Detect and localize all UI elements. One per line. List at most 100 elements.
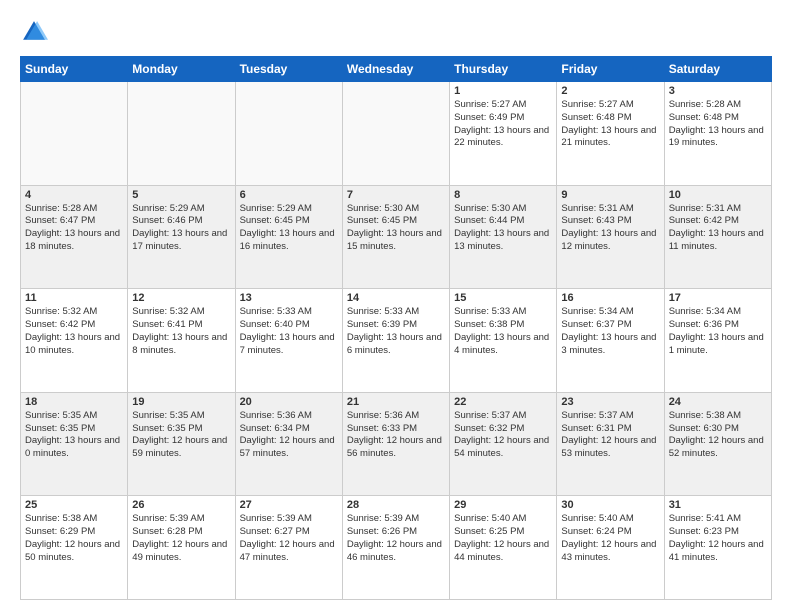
calendar-cell: 1 Sunrise: 5:27 AM Sunset: 6:49 PM Daylig… — [450, 82, 557, 186]
day-number: 4 — [25, 189, 123, 201]
day-detail: Sunrise: 5:34 AM Sunset: 6:36 PM Dayligh… — [669, 306, 767, 357]
calendar-cell: 10 Sunrise: 5:31 AM Sunset: 6:42 PM Dayli… — [664, 185, 771, 289]
day-detail: Sunrise: 5:39 AM Sunset: 6:26 PM Dayligh… — [347, 513, 445, 564]
day-detail: Sunrise: 5:35 AM Sunset: 6:35 PM Dayligh… — [25, 410, 123, 461]
day-number: 19 — [132, 396, 230, 408]
day-number: 13 — [240, 292, 338, 304]
day-detail: Sunrise: 5:39 AM Sunset: 6:28 PM Dayligh… — [132, 513, 230, 564]
calendar-cell — [235, 82, 342, 186]
weekday-header: Saturday — [664, 57, 771, 82]
calendar-cell: 28 Sunrise: 5:39 AM Sunset: 6:26 PM Dayli… — [342, 496, 449, 600]
logo — [20, 18, 52, 46]
day-number: 1 — [454, 85, 552, 97]
day-number: 18 — [25, 396, 123, 408]
day-number: 22 — [454, 396, 552, 408]
calendar-cell: 19 Sunrise: 5:35 AM Sunset: 6:35 PM Dayli… — [128, 392, 235, 496]
day-detail: Sunrise: 5:33 AM Sunset: 6:39 PM Dayligh… — [347, 306, 445, 357]
calendar-cell: 14 Sunrise: 5:33 AM Sunset: 6:39 PM Dayli… — [342, 289, 449, 393]
calendar-cell: 3 Sunrise: 5:28 AM Sunset: 6:48 PM Daylig… — [664, 82, 771, 186]
day-number: 7 — [347, 189, 445, 201]
calendar-week-row: 25 Sunrise: 5:38 AM Sunset: 6:29 PM Dayli… — [21, 496, 772, 600]
day-number: 20 — [240, 396, 338, 408]
day-detail: Sunrise: 5:35 AM Sunset: 6:35 PM Dayligh… — [132, 410, 230, 461]
day-detail: Sunrise: 5:33 AM Sunset: 6:40 PM Dayligh… — [240, 306, 338, 357]
day-number: 8 — [454, 189, 552, 201]
day-number: 30 — [561, 499, 659, 511]
day-number: 21 — [347, 396, 445, 408]
calendar-cell: 9 Sunrise: 5:31 AM Sunset: 6:43 PM Daylig… — [557, 185, 664, 289]
day-number: 17 — [669, 292, 767, 304]
calendar-cell: 2 Sunrise: 5:27 AM Sunset: 6:48 PM Daylig… — [557, 82, 664, 186]
day-detail: Sunrise: 5:37 AM Sunset: 6:32 PM Dayligh… — [454, 410, 552, 461]
day-detail: Sunrise: 5:32 AM Sunset: 6:41 PM Dayligh… — [132, 306, 230, 357]
calendar-table: SundayMondayTuesdayWednesdayThursdayFrid… — [20, 56, 772, 600]
calendar-cell: 21Sunrise: 5:36 AM Sunset: 6:33 PM Dayli… — [342, 392, 449, 496]
header — [20, 18, 772, 46]
day-detail: Sunrise: 5:37 AM Sunset: 6:31 PM Dayligh… — [561, 410, 659, 461]
day-number: 31 — [669, 499, 767, 511]
day-detail: Sunrise: 5:27 AM Sunset: 6:49 PM Dayligh… — [454, 99, 552, 150]
calendar-cell: 20Sunrise: 5:36 AM Sunset: 6:34 PM Dayli… — [235, 392, 342, 496]
weekday-header: Thursday — [450, 57, 557, 82]
day-number: 9 — [561, 189, 659, 201]
day-number: 23 — [561, 396, 659, 408]
calendar-cell: 7 Sunrise: 5:30 AM Sunset: 6:45 PM Daylig… — [342, 185, 449, 289]
day-detail: Sunrise: 5:28 AM Sunset: 6:47 PM Dayligh… — [25, 203, 123, 254]
calendar-cell — [342, 82, 449, 186]
day-detail: Sunrise: 5:38 AM Sunset: 6:30 PM Dayligh… — [669, 410, 767, 461]
calendar-cell — [21, 82, 128, 186]
day-number: 15 — [454, 292, 552, 304]
day-detail: Sunrise: 5:38 AM Sunset: 6:29 PM Dayligh… — [25, 513, 123, 564]
day-detail: Sunrise: 5:28 AM Sunset: 6:48 PM Dayligh… — [669, 99, 767, 150]
day-number: 28 — [347, 499, 445, 511]
day-detail: Sunrise: 5:41 AM Sunset: 6:23 PM Dayligh… — [669, 513, 767, 564]
day-detail: Sunrise: 5:27 AM Sunset: 6:48 PM Dayligh… — [561, 99, 659, 150]
calendar-cell: 29Sunrise: 5:40 AM Sunset: 6:25 PM Dayli… — [450, 496, 557, 600]
day-number: 2 — [561, 85, 659, 97]
day-detail: Sunrise: 5:29 AM Sunset: 6:45 PM Dayligh… — [240, 203, 338, 254]
day-detail: Sunrise: 5:39 AM Sunset: 6:27 PM Dayligh… — [240, 513, 338, 564]
day-number: 12 — [132, 292, 230, 304]
day-detail: Sunrise: 5:31 AM Sunset: 6:42 PM Dayligh… — [669, 203, 767, 254]
calendar-cell: 13 Sunrise: 5:33 AM Sunset: 6:40 PM Dayli… — [235, 289, 342, 393]
calendar-cell: 8 Sunrise: 5:30 AM Sunset: 6:44 PM Daylig… — [450, 185, 557, 289]
day-number: 6 — [240, 189, 338, 201]
day-detail: Sunrise: 5:32 AM Sunset: 6:42 PM Dayligh… — [25, 306, 123, 357]
calendar-cell: 16 Sunrise: 5:34 AM Sunset: 6:37 PM Dayli… — [557, 289, 664, 393]
day-detail: Sunrise: 5:31 AM Sunset: 6:43 PM Dayligh… — [561, 203, 659, 254]
day-number: 25 — [25, 499, 123, 511]
calendar-cell: 4 Sunrise: 5:28 AM Sunset: 6:47 PM Daylig… — [21, 185, 128, 289]
day-detail: Sunrise: 5:40 AM Sunset: 6:25 PM Dayligh… — [454, 513, 552, 564]
weekday-header: Tuesday — [235, 57, 342, 82]
calendar-cell: 23 Sunrise: 5:37 AM Sunset: 6:31 PM Dayli… — [557, 392, 664, 496]
calendar-cell: 18 Sunrise: 5:35 AM Sunset: 6:35 PM Dayli… — [21, 392, 128, 496]
calendar-cell: 5 Sunrise: 5:29 AM Sunset: 6:46 PM Daylig… — [128, 185, 235, 289]
day-number: 3 — [669, 85, 767, 97]
weekday-header: Monday — [128, 57, 235, 82]
calendar-cell: 31 Sunrise: 5:41 AM Sunset: 6:23 PM Dayli… — [664, 496, 771, 600]
day-number: 14 — [347, 292, 445, 304]
day-number: 27 — [240, 499, 338, 511]
day-detail: Sunrise: 5:30 AM Sunset: 6:45 PM Dayligh… — [347, 203, 445, 254]
day-number: 5 — [132, 189, 230, 201]
day-number: 10 — [669, 189, 767, 201]
weekday-header: Friday — [557, 57, 664, 82]
calendar-week-row: 4 Sunrise: 5:28 AM Sunset: 6:47 PM Daylig… — [21, 185, 772, 289]
day-number: 11 — [25, 292, 123, 304]
calendar-cell: 17 Sunrise: 5:34 AM Sunset: 6:36 PM Dayli… — [664, 289, 771, 393]
calendar-week-row: 18 Sunrise: 5:35 AM Sunset: 6:35 PM Dayli… — [21, 392, 772, 496]
day-number: 26 — [132, 499, 230, 511]
day-detail: Sunrise: 5:30 AM Sunset: 6:44 PM Dayligh… — [454, 203, 552, 254]
calendar-cell: 26 Sunrise: 5:39 AM Sunset: 6:28 PM Dayli… — [128, 496, 235, 600]
day-detail: Sunrise: 5:29 AM Sunset: 6:46 PM Dayligh… — [132, 203, 230, 254]
calendar-cell: 27 Sunrise: 5:39 AM Sunset: 6:27 PM Dayli… — [235, 496, 342, 600]
calendar-cell: 11 Sunrise: 5:32 AM Sunset: 6:42 PM Dayli… — [21, 289, 128, 393]
calendar-cell: 12 Sunrise: 5:32 AM Sunset: 6:41 PM Dayli… — [128, 289, 235, 393]
day-detail: Sunrise: 5:34 AM Sunset: 6:37 PM Dayligh… — [561, 306, 659, 357]
calendar-cell: 6 Sunrise: 5:29 AM Sunset: 6:45 PM Daylig… — [235, 185, 342, 289]
calendar-cell — [128, 82, 235, 186]
day-number: 16 — [561, 292, 659, 304]
day-detail: Sunrise: 5:40 AM Sunset: 6:24 PM Dayligh… — [561, 513, 659, 564]
day-number: 24 — [669, 396, 767, 408]
day-detail: Sunrise: 5:33 AM Sunset: 6:38 PM Dayligh… — [454, 306, 552, 357]
